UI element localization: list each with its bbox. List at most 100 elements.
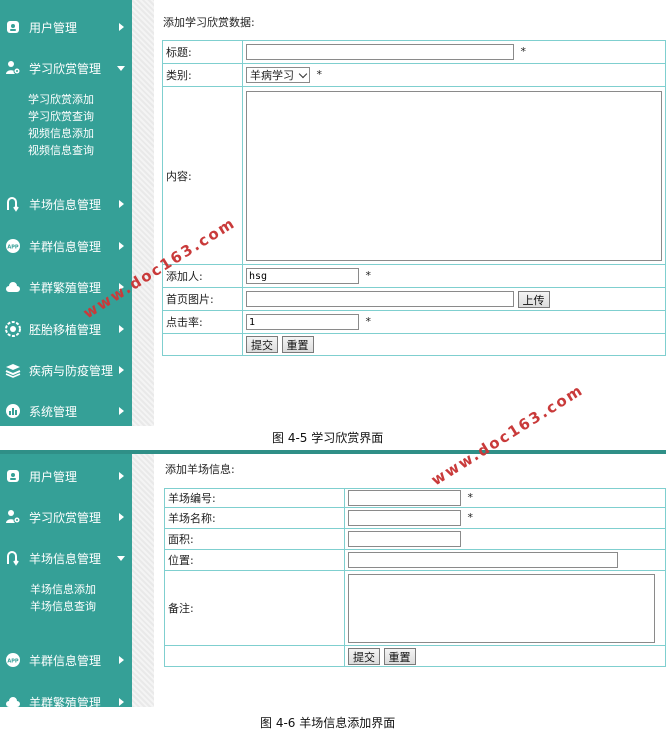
subnav-video-query[interactable]: 视频信息查询 [28, 142, 94, 158]
nav-label: 用户管理 [29, 20, 78, 35]
bar-chart-icon [5, 403, 21, 419]
subnav-video-add[interactable]: 视频信息添加 [28, 125, 94, 141]
farm-name-input[interactable] [348, 510, 461, 526]
subnav-farm-query[interactable]: 羊场信息查询 [30, 598, 96, 614]
content-textarea[interactable] [246, 90, 662, 261]
scroll-gutter [132, 454, 154, 707]
chevron-down-icon [117, 556, 125, 561]
reset-button[interactable]: 重置 [281, 336, 314, 353]
chevron-down-icon [298, 69, 308, 78]
chevron-right-icon [119, 698, 124, 706]
u-turn-arrows-icon [5, 550, 21, 566]
nav-label: 用户管理 [29, 469, 78, 484]
nav-label: 羊群信息管理 [29, 239, 102, 254]
chevron-down-icon [117, 66, 125, 71]
nav-flock-info[interactable]: APP 羊群信息管理 [0, 647, 132, 673]
figure-caption-4-6: 图 4-6 羊场信息添加界面 [260, 716, 396, 730]
scroll-gutter [132, 0, 154, 426]
svg-text:APP: APP [7, 659, 19, 665]
app-badge-icon: APP [5, 238, 21, 254]
u-turn-arrows-icon [5, 196, 21, 212]
title-input[interactable] [246, 44, 514, 60]
nav-label: 学习欣赏管理 [29, 61, 102, 76]
title-label: 标题: [162, 40, 243, 64]
nav-farm-info[interactable]: 羊场信息管理 [0, 191, 132, 217]
clicks-input[interactable] [246, 314, 359, 330]
nav-label: 疾病与防疫管理 [29, 363, 114, 378]
farm-location-input[interactable] [348, 552, 618, 568]
clicks-label: 点击率: [162, 310, 243, 334]
nav-user-management[interactable]: 用户管理 [0, 14, 132, 40]
nav-farm-info[interactable]: 羊场信息管理 [0, 545, 132, 571]
user-card-icon [5, 19, 21, 35]
user-gear-icon [5, 509, 21, 525]
nav-flock-breeding[interactable]: 羊群繁殖管理 [0, 689, 132, 707]
page-title: 添加学习欣赏数据: [163, 16, 255, 29]
required-mark: * [467, 491, 474, 504]
chevron-right-icon [119, 242, 124, 250]
category-value: 羊病学习 [250, 69, 294, 82]
farm-area-label: 面积: [164, 528, 345, 550]
screenshot-farm-info-add: 用户管理 学习欣赏管理 羊场信息管理 羊场信息添加 羊场信息查询 APP 羊群信… [0, 450, 666, 707]
settings-ring-icon [5, 321, 21, 337]
figure-caption-4-5: 图 4-5 学习欣赏界面 [272, 431, 384, 445]
image-label: 首页图片: [162, 287, 243, 311]
farm-code-input[interactable] [348, 490, 461, 506]
category-label: 类别: [162, 63, 243, 87]
chevron-right-icon [119, 656, 124, 664]
farm-name-label: 羊场名称: [164, 507, 345, 529]
subnav-study-query[interactable]: 学习欣赏查询 [28, 108, 94, 124]
nav-label: 羊群信息管理 [29, 653, 102, 668]
farm-notes-textarea[interactable] [348, 573, 655, 643]
farm-code-label: 羊场编号: [164, 488, 345, 508]
svg-text:APP: APP [7, 245, 19, 251]
user-card-icon [5, 468, 21, 484]
nav-label: 羊群繁殖管理 [29, 280, 102, 295]
layers-icon [5, 362, 21, 378]
chevron-right-icon [119, 325, 124, 333]
upload-button[interactable]: 上传 [517, 290, 550, 308]
page-title: 添加羊场信息: [165, 463, 235, 476]
farm-notes-label: 备注: [164, 570, 345, 646]
required-mark: * [365, 315, 372, 328]
required-mark: * [467, 511, 474, 524]
adder-input[interactable] [246, 268, 359, 284]
farm-location-label: 位置: [164, 549, 345, 571]
app-badge-icon: APP [5, 652, 21, 668]
nav-system-management[interactable]: 系统管理 [0, 398, 132, 424]
chevron-right-icon [119, 23, 124, 31]
required-mark: * [316, 68, 323, 81]
nav-label: 学习欣赏管理 [29, 510, 102, 525]
submit-button[interactable]: 提交 [348, 647, 380, 665]
submit-button[interactable]: 提交 [246, 336, 278, 353]
nav-label: 羊群繁殖管理 [29, 695, 102, 708]
chevron-right-icon [119, 366, 124, 374]
study-form-table: 标题: * 类别: 羊病学习 * 内容: 添加人: * 首页图片: [162, 40, 666, 356]
nav-label: 系统管理 [29, 404, 78, 419]
reset-button[interactable]: 重置 [383, 647, 416, 665]
sidebar: 用户管理 学习欣赏管理 学习欣赏添加 学习欣赏查询 视频信息添加 视频信息查询 … [0, 0, 132, 426]
nav-label: 羊场信息管理 [29, 551, 102, 566]
subnav-study-add[interactable]: 学习欣赏添加 [28, 91, 94, 107]
chevron-right-icon [119, 513, 124, 521]
image-path-input[interactable] [246, 291, 514, 307]
required-mark: * [365, 269, 372, 282]
farm-form-table: 羊场编号: * 羊场名称: * 面积: 位置: 备注: 提交 重置 [164, 488, 666, 667]
cloud-icon [5, 694, 21, 707]
nav-disease-prevention[interactable]: 疾病与防疫管理 [0, 357, 132, 383]
cloud-icon [5, 279, 21, 295]
chevron-right-icon [119, 472, 124, 480]
nav-label: 羊场信息管理 [29, 197, 102, 212]
sidebar: 用户管理 学习欣赏管理 羊场信息管理 羊场信息添加 羊场信息查询 APP 羊群信… [0, 454, 132, 707]
nav-embryo-transfer[interactable]: 胚胎移植管理 [0, 316, 132, 342]
subnav-farm-add[interactable]: 羊场信息添加 [30, 581, 96, 597]
nav-flock-info[interactable]: APP 羊群信息管理 [0, 233, 132, 259]
nav-study-appreciation[interactable]: 学习欣赏管理 [0, 504, 132, 530]
required-mark: * [520, 45, 527, 58]
farm-area-input[interactable] [348, 531, 461, 547]
category-select[interactable]: 羊病学习 [246, 67, 310, 83]
nav-user-management[interactable]: 用户管理 [0, 463, 132, 489]
chevron-right-icon [119, 200, 124, 208]
screenshot-study-appreciation: 用户管理 学习欣赏管理 学习欣赏添加 学习欣赏查询 视频信息添加 视频信息查询 … [0, 0, 666, 426]
nav-study-appreciation[interactable]: 学习欣赏管理 [0, 55, 132, 81]
